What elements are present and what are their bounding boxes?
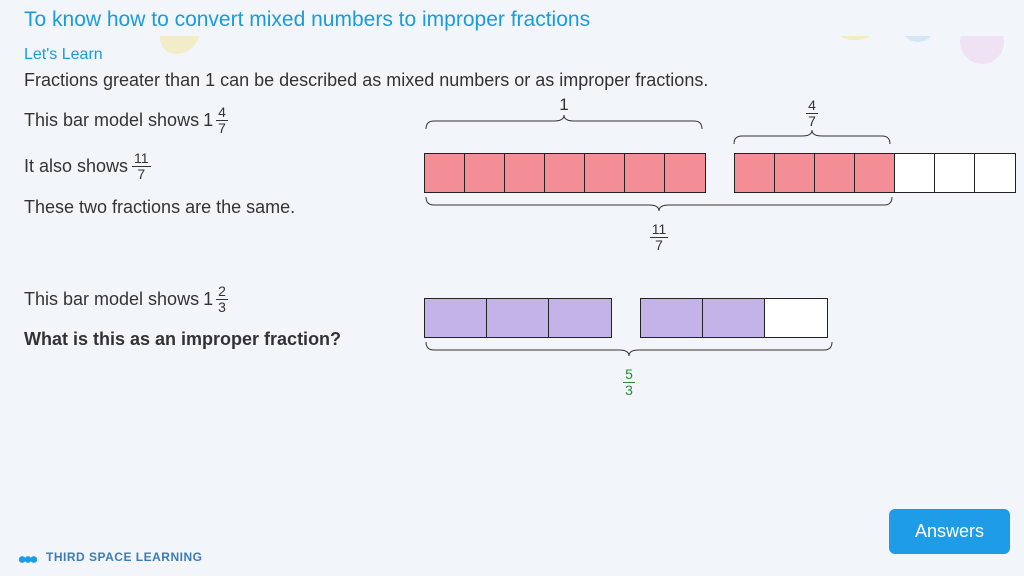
numerator: 5 bbox=[623, 367, 635, 383]
example-1-row: This bar model shows 1 4 7 It also shows… bbox=[24, 105, 1000, 254]
example-2-text: This bar model shows 1 2 3 What is this … bbox=[24, 284, 384, 365]
brace-bottom-icon bbox=[424, 195, 894, 211]
bar-segment bbox=[425, 154, 465, 192]
fraction-part: 4 7 bbox=[216, 105, 228, 137]
bar-segment bbox=[545, 154, 585, 192]
bar-segment bbox=[641, 299, 703, 337]
numerator: 4 bbox=[216, 105, 228, 121]
bar-segment bbox=[487, 299, 549, 337]
mixed-number-1: 1 4 7 bbox=[203, 105, 228, 137]
top-label-left: 1 bbox=[424, 95, 704, 153]
bar-right bbox=[734, 153, 1016, 193]
fraction-part: 2 3 bbox=[216, 284, 228, 316]
bar-left bbox=[424, 298, 612, 338]
text-fragment: It also shows bbox=[24, 156, 128, 177]
top-fraction: 4 7 bbox=[806, 98, 818, 130]
bar-segment bbox=[585, 154, 625, 192]
bar-segment bbox=[935, 154, 975, 192]
bar-segment bbox=[625, 154, 665, 192]
bar-model-sentence-4: This bar model shows 1 2 3 bbox=[24, 284, 384, 316]
bottom-fraction: 11 7 bbox=[650, 222, 669, 254]
improper-fraction-1: 11 7 bbox=[132, 151, 151, 183]
brace-bottom-icon bbox=[424, 340, 834, 356]
bottom-label: 5 3 bbox=[424, 363, 834, 399]
bar-model-sentence-1: This bar model shows 1 4 7 bbox=[24, 105, 384, 137]
numerator: 2 bbox=[216, 284, 228, 300]
footer-brand: THIRD SPACE LEARNING bbox=[18, 550, 202, 564]
brand-logo-icon bbox=[18, 550, 38, 564]
denominator: 7 bbox=[216, 121, 228, 136]
top-labels: 1 4 7 bbox=[424, 95, 1016, 153]
bottom-label: 11 7 bbox=[424, 218, 894, 254]
whole-part: 1 bbox=[203, 110, 213, 131]
mixed-number-2: 1 2 3 bbox=[203, 284, 228, 316]
bar-segment bbox=[895, 154, 935, 192]
section-subtitle: Let's Learn bbox=[0, 36, 1024, 70]
brace-top-icon bbox=[424, 115, 704, 131]
intro-text: Fractions greater than 1 can be describe… bbox=[24, 70, 1000, 91]
bar-segment bbox=[549, 299, 611, 337]
bar-model-sentence-3: These two fractions are the same. bbox=[24, 197, 384, 218]
answer-fraction: 5 3 bbox=[623, 367, 635, 399]
bars-row bbox=[424, 153, 1016, 193]
main-content: Fractions greater than 1 can be describe… bbox=[0, 70, 1024, 398]
numerator: 11 bbox=[650, 222, 669, 238]
example-1-text: This bar model shows 1 4 7 It also shows… bbox=[24, 105, 384, 232]
bar-right bbox=[640, 298, 828, 338]
bar-segment bbox=[855, 154, 895, 192]
bars-row bbox=[424, 298, 834, 338]
example-2-row: This bar model shows 1 2 3 What is this … bbox=[24, 284, 1000, 399]
bar-segment bbox=[703, 299, 765, 337]
brand-text: THIRD SPACE LEARNING bbox=[46, 550, 202, 564]
denominator: 7 bbox=[806, 114, 818, 129]
question-text: What is this as an improper fraction? bbox=[24, 329, 384, 350]
bar-segment bbox=[425, 299, 487, 337]
denominator: 7 bbox=[653, 238, 665, 253]
bar-model-2: 5 3 bbox=[424, 298, 834, 399]
label-value: 1 bbox=[424, 95, 704, 115]
bar-segment bbox=[815, 154, 855, 192]
bar-model-sentence-2: It also shows 11 7 bbox=[24, 151, 384, 183]
numerator: 4 bbox=[806, 98, 818, 114]
bar-segment bbox=[465, 154, 505, 192]
bar-segment bbox=[775, 154, 815, 192]
text-fragment: This bar model shows bbox=[24, 110, 199, 131]
bar-segment bbox=[975, 154, 1015, 192]
top-label-right: 4 7 bbox=[732, 95, 892, 153]
denominator: 7 bbox=[135, 167, 147, 182]
answers-button[interactable]: Answers bbox=[889, 509, 1010, 554]
denominator: 3 bbox=[216, 300, 228, 315]
denominator: 3 bbox=[623, 383, 635, 398]
numerator: 11 bbox=[132, 151, 151, 167]
whole-part: 1 bbox=[203, 289, 213, 310]
text-fragment: This bar model shows bbox=[24, 289, 199, 310]
bar-segment bbox=[735, 154, 775, 192]
bar-model-1: 1 4 7 bbox=[424, 95, 1016, 254]
page-header: To know how to convert mixed numbers to … bbox=[0, 0, 1024, 36]
bar-segment bbox=[665, 154, 705, 192]
brace-top-icon bbox=[732, 130, 892, 146]
bar-segment bbox=[765, 299, 827, 337]
bar-segment bbox=[505, 154, 545, 192]
page-title: To know how to convert mixed numbers to … bbox=[24, 8, 1000, 32]
bar-left bbox=[424, 153, 706, 193]
